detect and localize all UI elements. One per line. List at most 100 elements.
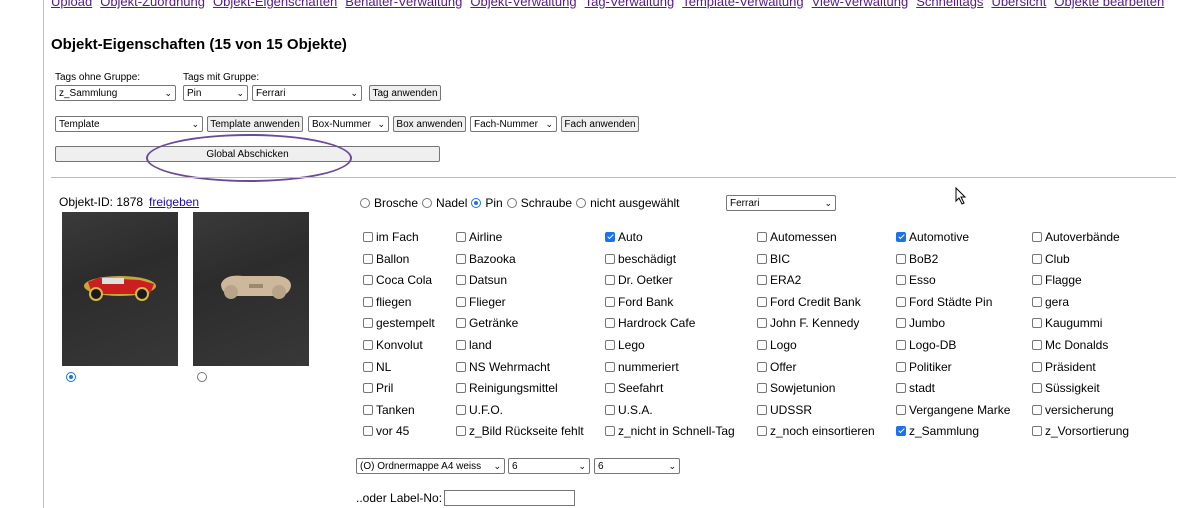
fach-number-select[interactable]: Fach-Nummer ⌄ — [470, 116, 557, 132]
checkbox[interactable] — [605, 275, 615, 286]
apply-fach-button[interactable]: Fach anwenden — [561, 116, 639, 132]
tag-checkbox-item[interactable]: Ford Credit Bank — [757, 295, 861, 309]
tag-checkbox-item[interactable]: Jumbo — [896, 316, 945, 330]
tag-checkbox-item[interactable]: Flieger — [456, 295, 506, 309]
tag-checkbox-item[interactable]: Hardrock Cafe — [605, 316, 695, 330]
checkbox[interactable] — [605, 253, 615, 264]
checkbox[interactable] — [757, 361, 767, 372]
tag-checkbox-item[interactable]: Mc Donalds — [1032, 338, 1108, 352]
checkbox[interactable] — [605, 383, 615, 394]
checkbox[interactable] — [757, 253, 767, 264]
checkbox[interactable] — [896, 253, 906, 264]
tag-checkbox-item[interactable]: Logo — [757, 338, 797, 352]
tag-checkbox-item[interactable]: nummeriert — [605, 360, 679, 374]
pin-type-option[interactable]: Schraube — [506, 196, 572, 210]
tag-checkbox-item[interactable]: beschädigt — [605, 252, 676, 266]
pin-type-option[interactable]: Nadel — [422, 196, 467, 210]
checkbox[interactable] — [605, 340, 615, 350]
checkbox[interactable] — [757, 232, 767, 242]
release-link[interactable]: freigeben — [149, 195, 199, 209]
photo-select-radio-1[interactable] — [66, 372, 76, 382]
checkbox[interactable] — [456, 426, 466, 437]
checkbox[interactable] — [1032, 404, 1042, 415]
tag-checkbox-item[interactable]: U.F.O. — [456, 403, 503, 417]
checkbox[interactable] — [896, 340, 906, 350]
checkbox[interactable] — [456, 404, 466, 415]
tag-checkbox-item[interactable]: versicherung — [1032, 403, 1114, 417]
radio-button[interactable] — [471, 198, 482, 208]
checkbox[interactable] — [456, 383, 466, 394]
tag-checkbox-item[interactable]: Ford Städte Pin — [896, 295, 992, 309]
checkbox[interactable] — [896, 275, 906, 286]
checkbox[interactable] — [363, 232, 373, 242]
tag-checkbox-item[interactable]: Sowjetunion — [757, 381, 835, 395]
tag-checkbox-item[interactable]: NL — [363, 360, 391, 374]
checkbox[interactable] — [1032, 275, 1042, 286]
checkbox[interactable] — [605, 232, 615, 242]
checkbox[interactable] — [605, 318, 615, 329]
radio-button[interactable] — [576, 198, 587, 208]
checkbox[interactable] — [605, 296, 615, 307]
tag-checkbox-item[interactable]: stadt — [896, 381, 935, 395]
apply-template-button[interactable]: Template anwenden — [207, 116, 303, 132]
tag-checkbox-item[interactable]: Präsident — [1032, 360, 1096, 374]
tag-checkbox-item[interactable]: gera — [1032, 295, 1069, 309]
tag-checkbox-item[interactable]: Offer — [757, 360, 796, 374]
checkbox[interactable] — [605, 361, 615, 372]
nav-link-0[interactable]: Upload — [51, 0, 92, 9]
tag-checkbox-item[interactable]: Ballon — [363, 252, 409, 266]
nav-link-8[interactable]: Schnelltags — [916, 0, 983, 9]
checkbox[interactable] — [1032, 296, 1042, 307]
nav-link-6[interactable]: Template-Verwaltung — [682, 0, 803, 9]
checkbox[interactable] — [456, 340, 466, 350]
checkbox[interactable] — [896, 232, 906, 242]
checkbox[interactable] — [363, 253, 373, 264]
tags-without-group-select[interactable]: z_Sammlung ⌄ — [55, 85, 176, 101]
nav-link-5[interactable]: Tag-Verwaltung — [585, 0, 675, 9]
tag-checkbox-item[interactable]: fliegen — [363, 295, 411, 309]
tag-checkbox-item[interactable]: z_Sammlung — [896, 424, 979, 438]
checkbox[interactable] — [363, 275, 373, 286]
checkbox[interactable] — [1032, 318, 1042, 329]
tag-checkbox-item[interactable]: Lego — [605, 338, 645, 352]
tag-checkbox-item[interactable]: Politiker — [896, 360, 952, 374]
tag-checkbox-item[interactable]: gestempelt — [363, 316, 435, 330]
tag-checkbox-item[interactable]: BIC — [757, 252, 790, 266]
checkbox[interactable] — [757, 340, 767, 350]
tag-checkbox-item[interactable]: z_noch einsortieren — [757, 424, 875, 438]
tag-checkbox-item[interactable]: Dr. Oetker — [605, 273, 673, 287]
tag-checkbox-item[interactable]: Automessen — [757, 230, 837, 244]
checkbox[interactable] — [896, 383, 906, 394]
checkbox[interactable] — [363, 404, 373, 415]
tag-checkbox-item[interactable]: Konvolut — [363, 338, 423, 352]
checkbox[interactable] — [363, 383, 373, 394]
tag-checkbox-item[interactable]: UDSSR — [757, 403, 812, 417]
checkbox[interactable] — [363, 426, 373, 437]
checkbox[interactable] — [757, 426, 767, 437]
storage-fach-select[interactable]: 6 ⌄ — [594, 458, 680, 474]
nav-link-7[interactable]: View-Verwaltung — [812, 0, 909, 9]
checkbox[interactable] — [1032, 340, 1042, 350]
tag-checkbox-item[interactable]: land — [456, 338, 492, 352]
checkbox[interactable] — [363, 361, 373, 372]
checkbox[interactable] — [605, 404, 615, 415]
nav-link-10[interactable]: Objekte bearbeiten — [1054, 0, 1164, 9]
radio-button[interactable] — [506, 198, 517, 208]
checkbox[interactable] — [456, 296, 466, 307]
tag-checkbox-item[interactable]: John F. Kennedy — [757, 316, 859, 330]
nav-link-4[interactable]: Objekt-Verwaltung — [470, 0, 576, 9]
object-photo-back[interactable] — [193, 212, 309, 366]
checkbox[interactable] — [363, 318, 373, 329]
tag-checkbox-item[interactable]: Reinigungsmittel — [456, 381, 558, 395]
checkbox[interactable] — [363, 340, 373, 350]
tag-checkbox-item[interactable]: Flagge — [1032, 273, 1082, 287]
pin-brand-select[interactable]: Ferrari ⌄ — [726, 195, 836, 211]
nav-link-2[interactable]: Objekt-Eigenschaften — [213, 0, 337, 9]
checkbox[interactable] — [456, 318, 466, 329]
tag-checkbox-item[interactable]: vor 45 — [363, 424, 409, 438]
tag-checkbox-item[interactable]: Autoverbände — [1032, 230, 1120, 244]
checkbox[interactable] — [896, 296, 906, 307]
tag-select[interactable]: Ferrari ⌄ — [252, 85, 362, 101]
radio-button[interactable] — [422, 198, 433, 208]
checkbox[interactable] — [1032, 253, 1042, 264]
